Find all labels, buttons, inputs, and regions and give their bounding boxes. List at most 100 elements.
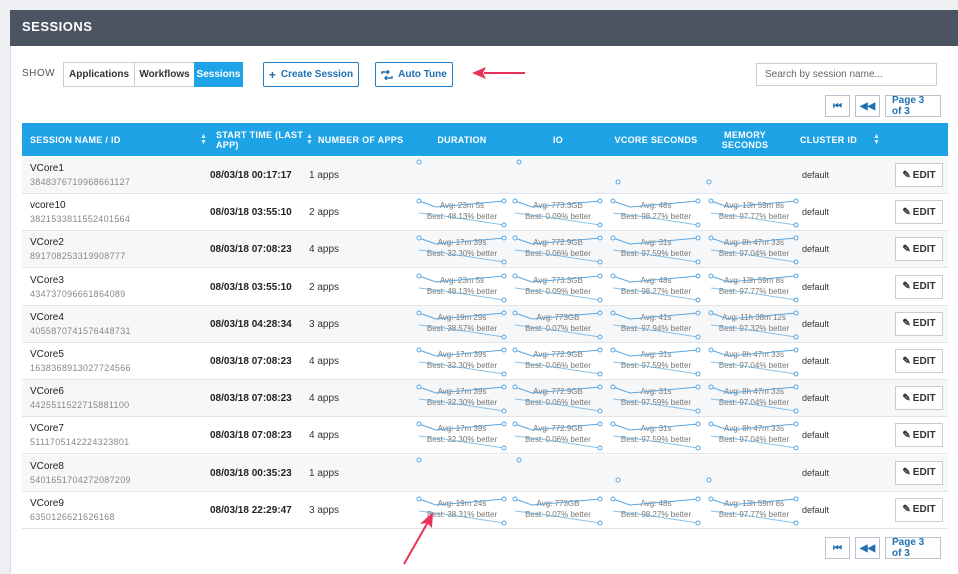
io-sparkline-icon — [512, 198, 603, 228]
table-row[interactable]: VCore9 6350126621626168 08/03/18 22:29:47 3… — [22, 491, 948, 529]
edit-icon: ✎ — [902, 243, 911, 255]
io-sparkline-icon — [512, 496, 603, 526]
cluster-id: default — [802, 207, 830, 218]
session-id: 3848376719968661127 — [30, 177, 131, 187]
table-row[interactable]: VCore3 434737096661864089 08/03/18 03:55:1… — [22, 268, 948, 306]
col-cluster-id[interactable]: CLUSTER ID — [800, 123, 870, 156]
auto-tune-button[interactable]: Auto Tune — [375, 62, 453, 87]
filter-workflows[interactable]: Workflows — [134, 62, 195, 87]
vcore-sparkline-icon — [610, 235, 701, 265]
number-of-apps: 3 apps — [309, 504, 340, 516]
col-duration[interactable]: DURATION — [414, 123, 510, 156]
sort-icon[interactable]: ▲ ▼ — [200, 133, 207, 146]
io-sparkline-icon — [512, 384, 603, 414]
edit-button[interactable]: ✎ EDIT — [895, 423, 943, 448]
vcore-sparkline-icon — [610, 347, 701, 377]
session-name[interactable]: VCore5 — [30, 349, 64, 360]
number-of-apps: 3 apps — [309, 318, 340, 330]
auto-tune-icon — [381, 69, 393, 80]
edit-icon: ✎ — [902, 206, 911, 218]
table-row[interactable]: VCore7 5111705142224323801 08/03/18 07:08:… — [22, 417, 948, 455]
session-name[interactable]: vcore10 — [30, 200, 66, 211]
pagination-top: ⏮ ◀◀ Page 3 of 3 — [825, 95, 941, 117]
filter-applications[interactable]: Applications — [63, 62, 135, 87]
io-sparkline-icon — [512, 273, 603, 303]
vcore-sparkline-icon — [610, 384, 701, 414]
col-memory-seconds[interactable]: MEMORY SECONDS — [706, 123, 784, 156]
col-session-name[interactable]: SESSION NAME / ID — [30, 123, 190, 156]
io-sparkline-icon — [512, 310, 603, 340]
duration-sparkline-icon — [416, 273, 507, 303]
session-name[interactable]: VCore1 — [30, 163, 64, 174]
start-time: 08/03/18 00:17:17 — [210, 170, 292, 181]
edit-button[interactable]: ✎ EDIT — [895, 460, 943, 485]
col-io[interactable]: IO — [510, 123, 606, 156]
number-of-apps: 4 apps — [309, 393, 340, 405]
sort-icon[interactable]: ▲ ▼ — [306, 133, 313, 146]
table-row[interactable]: VCore8 5401651704272087209 08/03/18 00:35:… — [22, 454, 948, 492]
cluster-id: default — [802, 430, 830, 441]
table-row[interactable]: VCore6 4425511522715881100 08/03/18 07:08:… — [22, 380, 948, 418]
session-name[interactable]: VCore9 — [30, 498, 64, 509]
table-row[interactable]: VCore2 891708253319908777 08/03/18 07:08:2… — [22, 231, 948, 269]
start-time: 08/03/18 07:08:23 — [210, 244, 292, 256]
cluster-id: default — [802, 170, 830, 180]
cluster-id: default — [802, 467, 830, 478]
col-number-of-apps[interactable]: NUMBER OF APPS — [318, 123, 408, 156]
first-page-icon[interactable]: ⏮ — [825, 95, 850, 117]
edit-button[interactable]: ✎ EDIT — [895, 386, 943, 411]
vcore-sparkline-icon — [610, 310, 701, 340]
first-page-icon[interactable]: ⏮ — [825, 537, 850, 559]
session-name[interactable]: VCore6 — [30, 386, 64, 397]
edit-icon: ✎ — [902, 318, 911, 330]
page-title: SESSIONS — [22, 19, 93, 34]
table-row[interactable]: vcore10 3821533811552401564 08/03/18 03:55… — [22, 194, 948, 232]
edit-button[interactable]: ✎ EDIT — [895, 349, 943, 373]
col-vcore-seconds[interactable]: VCORE SECONDS — [606, 123, 706, 156]
memory-sparkline-icon — [708, 421, 799, 451]
start-time: 08/03/18 07:08:23 — [210, 393, 292, 405]
edit-button[interactable]: ✎ EDIT — [895, 311, 943, 336]
cluster-id: default — [802, 318, 830, 329]
edit-icon: ✎ — [902, 429, 911, 441]
table-row[interactable]: VCore5 1638368913027724566 08/03/18 07:08:… — [22, 343, 948, 380]
prev-page-icon[interactable]: ◀◀ — [855, 537, 880, 559]
plus-icon: + — [268, 67, 276, 82]
edit-button[interactable]: ✎ EDIT — [895, 497, 943, 522]
io-sparkline-icon — [512, 235, 603, 265]
table-row[interactable]: VCore4 4055870741576448731 08/03/18 04:28:… — [22, 305, 948, 343]
session-name[interactable]: VCore7 — [30, 423, 64, 434]
filter-sessions[interactable]: Sessions — [194, 62, 243, 87]
prev-page-icon[interactable]: ◀◀ — [855, 95, 880, 117]
session-name[interactable]: VCore3 — [30, 275, 64, 286]
vcore-point-icon — [615, 477, 621, 483]
io-point-icon — [516, 457, 522, 463]
auto-tune-label: Auto Tune — [398, 69, 447, 80]
memory-sparkline-icon — [708, 384, 799, 414]
memory-sparkline-icon — [708, 496, 799, 526]
search-input[interactable] — [756, 63, 937, 86]
session-id: 5401651704272087209 — [30, 474, 131, 485]
show-label: SHOW — [22, 68, 56, 79]
create-session-button[interactable]: + Create Session — [263, 62, 359, 87]
duration-point-icon — [416, 159, 422, 165]
session-id: 5111705142224323801 — [30, 437, 130, 448]
col-start-time[interactable]: START TIME (LAST APP) — [216, 123, 310, 156]
memory-sparkline-icon — [708, 347, 799, 377]
vcore-point-icon — [615, 179, 621, 185]
edit-icon: ✎ — [902, 355, 911, 367]
edit-button[interactable]: ✎ EDIT — [895, 163, 943, 187]
edit-button[interactable]: ✎ EDIT — [895, 200, 943, 225]
session-name[interactable]: VCore4 — [30, 312, 64, 323]
number-of-apps: 2 apps — [309, 281, 340, 293]
edit-button[interactable]: ✎ EDIT — [895, 274, 943, 299]
session-name[interactable]: VCore8 — [30, 461, 64, 472]
sort-icon[interactable]: ▲ ▼ — [873, 133, 880, 146]
memory-sparkline-icon — [708, 310, 799, 340]
session-id: 4425511522715881100 — [30, 400, 130, 411]
edit-button[interactable]: ✎ EDIT — [895, 237, 943, 262]
number-of-apps: 1 apps — [309, 170, 340, 181]
table-row[interactable]: VCore1 3848376719968661127 08/03/18 00:17:… — [22, 157, 948, 194]
session-id: 891708253319908777 — [30, 251, 126, 262]
session-name[interactable]: VCore2 — [30, 237, 64, 248]
